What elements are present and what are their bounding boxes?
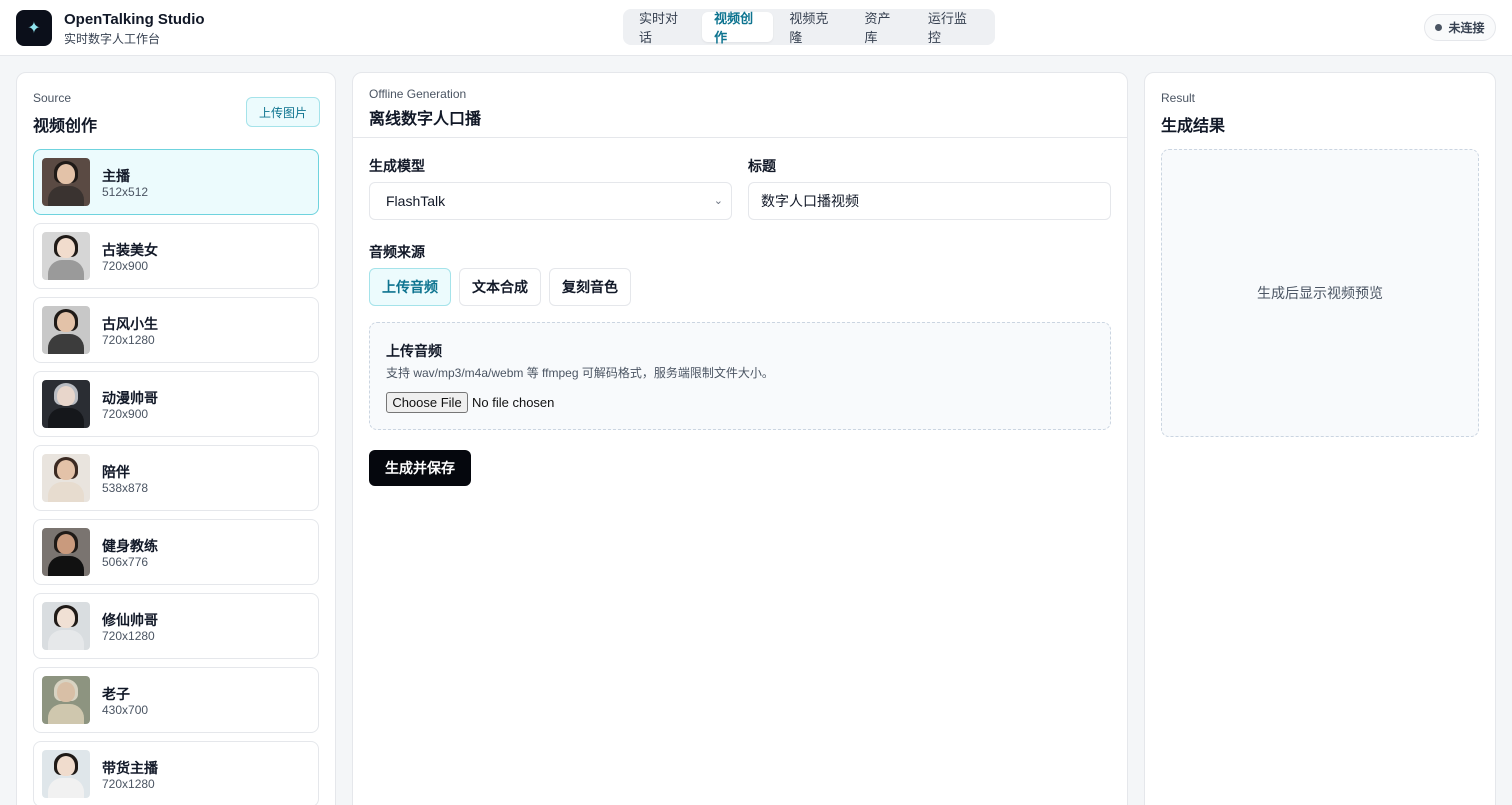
model-select[interactable]: FlashTalk ⌄: [369, 182, 732, 220]
generation-eyebrow: Offline Generation: [369, 87, 467, 101]
tab-video-creation[interactable]: 视频创作: [702, 11, 774, 45]
chevron-down-icon: ⌄: [713, 195, 723, 207]
avatar-card[interactable]: 老子 430x700: [33, 667, 319, 733]
avatar-thumbnail: [42, 528, 90, 576]
avatar-size: 538x878: [102, 481, 149, 495]
avatar-size: 720x1280: [102, 777, 155, 791]
main-nav: 实时对话 视频创作 视频克隆 资产库 运行监控: [623, 9, 995, 45]
upload-zone-title: 上传音频: [386, 343, 442, 359]
audio-option-tts[interactable]: 文本合成: [459, 268, 541, 306]
source-eyebrow: Source: [33, 91, 72, 105]
generation-title: 离线数字人口播: [369, 111, 482, 128]
avatar-name: 动漫帅哥: [102, 390, 158, 406]
upload-image-button[interactable]: 上传图片: [246, 97, 320, 127]
choose-file-button[interactable]: Choose File: [386, 392, 468, 413]
avatar-card[interactable]: 动漫帅哥 720x900: [33, 371, 319, 437]
file-status: No file chosen: [472, 395, 555, 410]
app-logo: ✦: [16, 10, 52, 46]
tab-asset-library[interactable]: 资产库: [852, 11, 911, 45]
avatar-thumbnail: [42, 232, 90, 280]
generate-save-button[interactable]: 生成并保存: [369, 450, 471, 486]
upload-zone-description: 支持 wav/mp3/m4a/webm 等 ffmpeg 可解码格式，服务端限制…: [386, 366, 774, 380]
avatar-thumbnail: [42, 602, 90, 650]
title-label: 标题: [748, 158, 776, 174]
avatar-card[interactable]: 古装美女 720x900: [33, 223, 319, 289]
sparkle-icon: ✦: [27, 20, 41, 37]
avatar-name: 健身教练: [102, 538, 158, 554]
panel-divider: [353, 137, 1127, 138]
result-title: 生成结果: [1161, 118, 1226, 135]
app-subtitle: 实时数字人工作台: [64, 32, 161, 46]
avatar-thumbnail: [42, 158, 90, 206]
avatar-list: 主播 512x512 古装美女 720x900 古风小生 720x1280 动漫…: [33, 149, 319, 805]
avatar-name: 古装美女: [102, 242, 158, 258]
generation-panel: Offline Generation 离线数字人口播 生成模型 FlashTal…: [352, 72, 1128, 805]
result-panel: Result 生成结果 生成后显示视频预览: [1144, 72, 1496, 805]
tab-video-clone[interactable]: 视频克隆: [777, 11, 848, 45]
model-select-value: FlashTalk: [386, 193, 446, 209]
avatar-card[interactable]: 健身教练 506x776: [33, 519, 319, 585]
avatar-thumbnail: [42, 454, 90, 502]
status-dot-icon: [1435, 24, 1443, 31]
avatar-thumbnail: [42, 306, 90, 354]
avatar-card[interactable]: 古风小生 720x1280: [33, 297, 319, 363]
tab-realtime-chat[interactable]: 实时对话: [627, 11, 698, 45]
avatar-thumbnail: [42, 750, 90, 798]
avatar-thumbnail: [42, 676, 90, 724]
avatar-size: 720x1280: [102, 629, 155, 643]
video-preview-placeholder: 生成后显示视频预览: [1161, 149, 1479, 437]
avatar-size: 720x900: [102, 259, 149, 273]
audio-source-label: 音频来源: [369, 244, 425, 260]
audio-option-voice-clone[interactable]: 复刻音色: [549, 268, 631, 306]
audio-upload-zone: 上传音频 支持 wav/mp3/m4a/webm 等 ffmpeg 可解码格式，…: [369, 322, 1111, 430]
avatar-card[interactable]: 主播 512x512: [33, 149, 319, 215]
avatar-size: 430x700: [102, 703, 149, 717]
avatar-name: 主播: [102, 168, 130, 184]
avatar-card[interactable]: 带货主播 720x1280: [33, 741, 319, 805]
app-title: OpenTalking Studio: [64, 11, 205, 28]
tab-monitoring[interactable]: 运行监控: [916, 11, 987, 45]
top-bar: ✦ OpenTalking Studio 实时数字人工作台 实时对话 视频创作 …: [0, 0, 1512, 56]
avatar-thumbnail: [42, 380, 90, 428]
avatar-name: 修仙帅哥: [102, 612, 158, 628]
avatar-card[interactable]: 修仙帅哥 720x1280: [33, 593, 319, 659]
model-label: 生成模型: [369, 158, 425, 174]
source-panel: Source 视频创作 上传图片 主播 512x512 古装美女 720x900…: [16, 72, 336, 805]
source-title: 视频创作: [33, 118, 98, 135]
connection-status-label: 未连接: [1448, 21, 1485, 35]
avatar-name: 老子: [102, 686, 130, 702]
avatar-card[interactable]: 陪伴 538x878: [33, 445, 319, 511]
audio-option-upload[interactable]: 上传音频: [369, 268, 451, 306]
avatar-size: 506x776: [102, 555, 149, 569]
connection-status: 未连接: [1424, 14, 1496, 41]
avatar-name: 陪伴: [102, 464, 130, 480]
title-input[interactable]: 数字人口播视频: [748, 182, 1111, 220]
avatar-size: 720x1280: [102, 333, 155, 347]
preview-placeholder-text: 生成后显示视频预览: [1257, 285, 1383, 301]
avatar-name: 带货主播: [102, 760, 158, 776]
avatar-size: 720x900: [102, 407, 149, 421]
avatar-size: 512x512: [102, 185, 149, 199]
avatar-name: 古风小生: [102, 316, 158, 332]
result-eyebrow: Result: [1161, 91, 1196, 105]
